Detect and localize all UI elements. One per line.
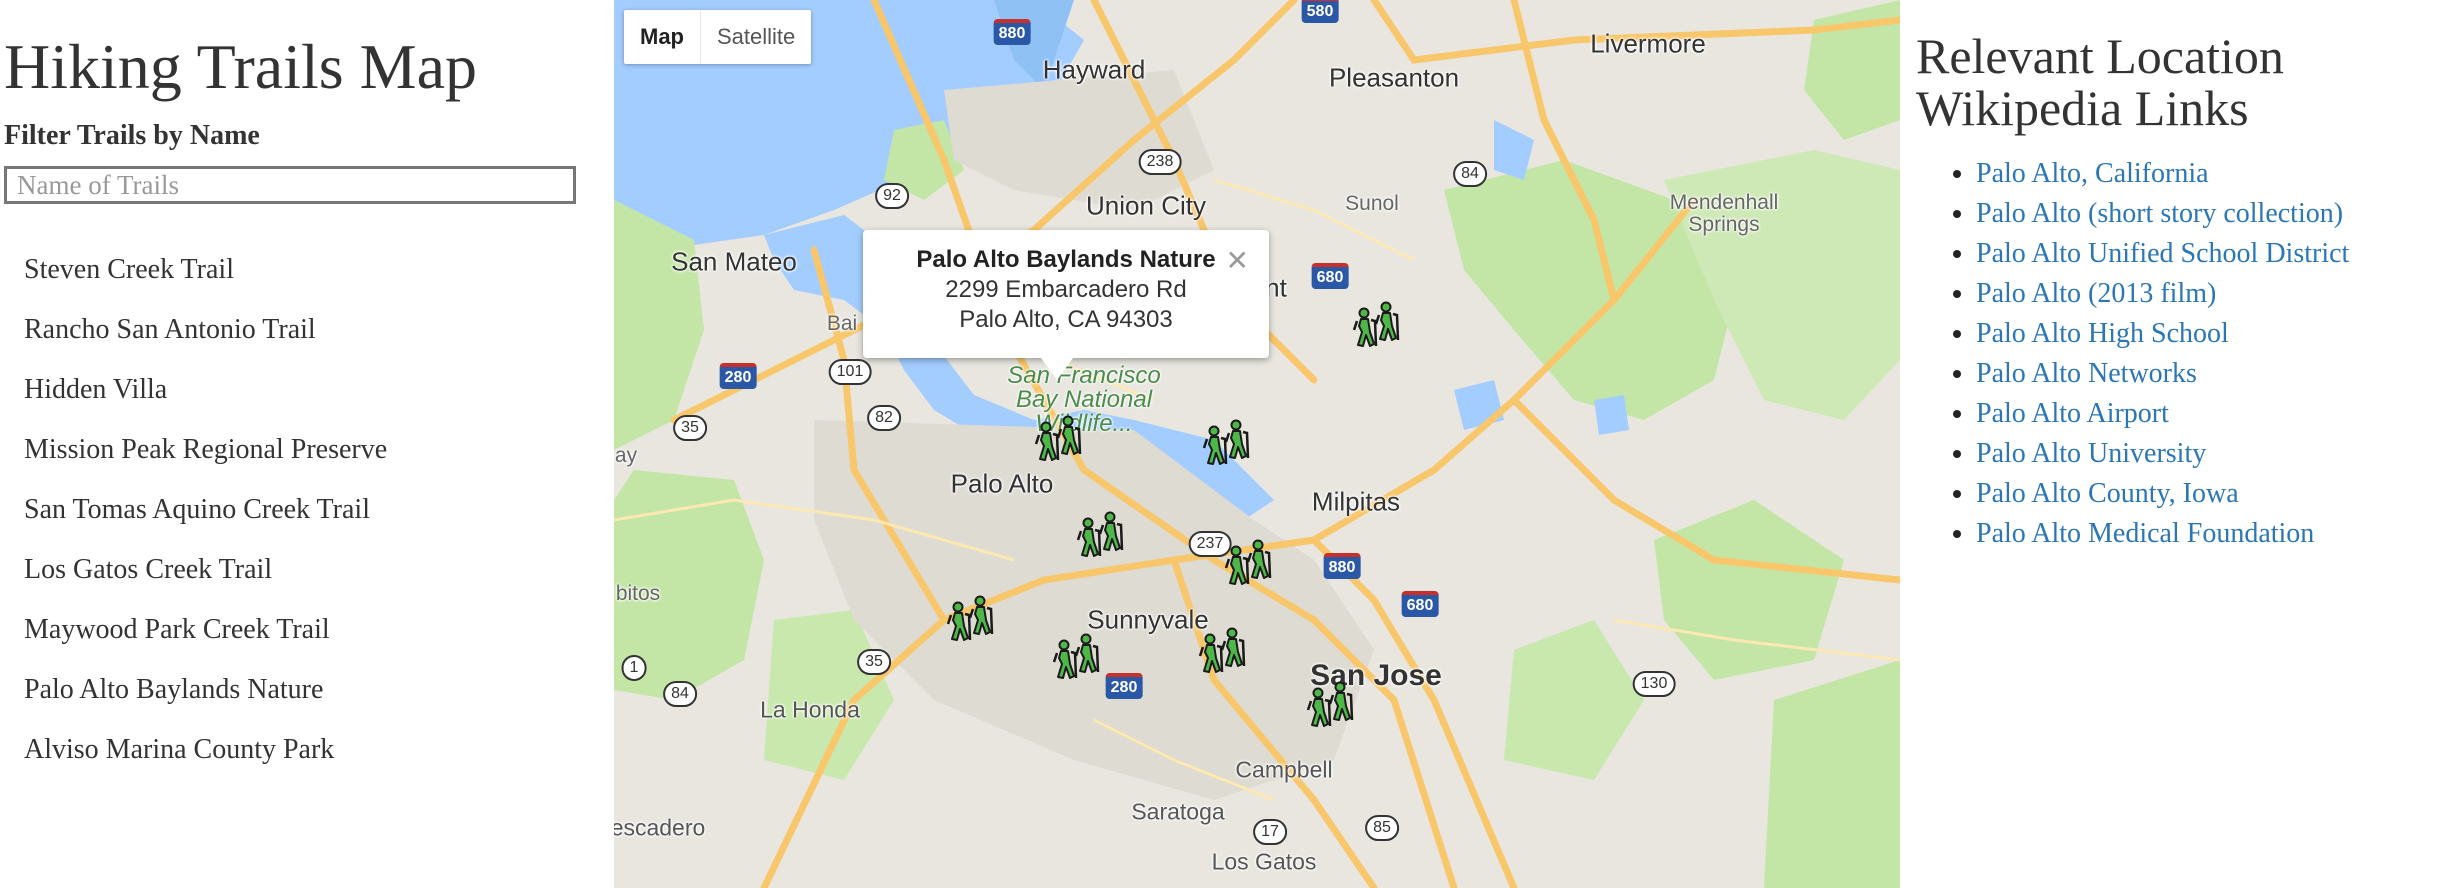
map-type-map-button[interactable]: Map — [624, 10, 701, 64]
map-type-control: Map Satellite — [624, 10, 812, 64]
place-label-mendenhall-springs: Mendenhall Springs — [1669, 191, 1779, 236]
map-type-satellite-button[interactable]: Satellite — [701, 10, 811, 64]
hiker-icon[interactable] — [1304, 676, 1362, 734]
place-label-campbell: Campbell — [1235, 756, 1333, 783]
route-shield: 35 — [673, 415, 707, 441]
place-label-la-honda: La Honda — [760, 696, 860, 723]
hiker-icon[interactable] — [1222, 534, 1280, 592]
place-label-pleasanton: Pleasanton — [1328, 62, 1460, 93]
wikipedia-link[interactable]: Palo Alto Unified School District — [1976, 238, 2349, 269]
trail-list-item[interactable]: San Tomas Aquino Creek Trail — [24, 494, 387, 554]
wikipedia-link-item: Palo Alto Airport — [1976, 394, 2349, 434]
place-label-escadero: escadero — [614, 814, 706, 841]
wikipedia-links-list: Palo Alto, California Palo Alto (short s… — [1916, 154, 2349, 554]
wikipedia-link-item: Palo Alto Unified School District — [1976, 234, 2349, 274]
hiker-icon[interactable] — [1350, 296, 1408, 354]
hiker-icon[interactable] — [1032, 410, 1090, 468]
wikipedia-links-title: Relevant Location Wikipedia Links — [1916, 28, 2284, 136]
route-shield: 35 — [857, 649, 891, 675]
info-window-address-line2: Palo Alto, CA 94303 — [959, 306, 1173, 333]
route-shield: 1 — [621, 655, 647, 681]
place-label-palo-alto: Palo Alto — [950, 468, 1054, 499]
trail-list-item[interactable]: Mission Peak Regional Preserve — [24, 434, 387, 494]
wikipedia-link[interactable]: Palo Alto Airport — [1976, 398, 2169, 429]
info-window-address-line1: 2299 Embarcadero Rd — [945, 276, 1187, 303]
hiker-icon[interactable] — [1196, 622, 1254, 680]
wikipedia-link-item: Palo Alto (2013 film) — [1976, 274, 2349, 314]
place-label-ay: ay — [614, 444, 638, 467]
trail-list-item[interactable]: Maywood Park Creek Trail — [24, 614, 387, 674]
trail-list-item[interactable]: Alviso Marina County Park — [24, 734, 387, 794]
place-label-san-mateo: San Mateo — [671, 246, 797, 277]
filter-label: Filter Trails by Name — [4, 120, 260, 151]
left-panel: Hiking Trails Map Filter Trails by Name … — [0, 0, 614, 888]
info-window-tail — [1041, 358, 1073, 380]
route-shield: 92 — [875, 183, 909, 209]
app-root: Hiking Trails Map Filter Trails by Name … — [0, 0, 2454, 888]
trail-list-item[interactable]: Los Gatos Creek Trail — [24, 554, 387, 614]
place-label-milpitas: Milpitas — [1311, 486, 1401, 517]
route-shield: 680 — [1401, 591, 1439, 617]
place-label-livermore: Livermore — [1590, 28, 1706, 59]
wikipedia-link-item: Palo Alto Medical Foundation — [1976, 514, 2349, 554]
wikipedia-link-item: Palo Alto Networks — [1976, 354, 2349, 394]
place-label-saratoga: Saratoga — [1131, 798, 1225, 825]
trail-filter-input[interactable] — [4, 166, 576, 204]
route-shield: 101 — [828, 359, 872, 385]
route-shield: 84 — [1453, 161, 1487, 187]
map-canvas[interactable]: Hayward Pleasanton Livermore Union City … — [614, 0, 1900, 888]
route-shield: 82 — [867, 405, 901, 431]
hiker-icon[interactable] — [1200, 414, 1258, 472]
place-label-bai: Bai — [826, 312, 858, 335]
route-shield: 238 — [1138, 149, 1182, 175]
route-shield: 84 — [663, 681, 697, 707]
route-shield: 880 — [1323, 553, 1361, 579]
right-panel: Relevant Location Wikipedia Links Palo A… — [1900, 0, 2454, 888]
route-shield: 130 — [1632, 671, 1676, 697]
place-label-hayward: Hayward — [1042, 54, 1146, 85]
place-label-bitos: bitos — [615, 582, 661, 605]
route-shield: 17 — [1253, 819, 1287, 845]
wikipedia-link-item: Palo Alto High School — [1976, 314, 2349, 354]
wikipedia-link[interactable]: Palo Alto Networks — [1976, 358, 2197, 389]
trail-list-item[interactable]: Palo Alto Baylands Nature — [24, 674, 387, 734]
wikipedia-link[interactable]: Palo Alto Medical Foundation — [1976, 518, 2314, 549]
route-shield: 280 — [719, 363, 757, 389]
wikipedia-link-item: Palo Alto (short story collection) — [1976, 194, 2349, 234]
trail-list-item[interactable]: Steven Creek Trail — [24, 254, 387, 314]
place-label-sunol: Sunol — [1345, 192, 1399, 215]
map-info-window: ✕ Palo Alto Baylands Nature 2299 Embarca… — [863, 230, 1269, 380]
place-label-union-city: Union City — [1086, 190, 1206, 221]
hiker-icon[interactable] — [1050, 628, 1108, 686]
trail-list-item[interactable]: Rancho San Antonio Trail — [24, 314, 387, 374]
hiker-icon[interactable] — [1074, 506, 1132, 564]
wikipedia-link[interactable]: Palo Alto High School — [1976, 318, 2229, 349]
trail-list: Steven Creek Trail Rancho San Antonio Tr… — [24, 254, 387, 794]
wikipedia-link-item: Palo Alto, California — [1976, 154, 2349, 194]
wikipedia-link[interactable]: Palo Alto, California — [1976, 158, 2209, 189]
route-shield: 880 — [993, 19, 1031, 45]
hiker-icon[interactable] — [944, 590, 1002, 648]
wikipedia-link-item: Palo Alto University — [1976, 434, 2349, 474]
wikipedia-link[interactable]: Palo Alto University — [1976, 438, 2206, 469]
close-icon[interactable]: ✕ — [1226, 244, 1249, 277]
route-shield: 680 — [1311, 263, 1349, 289]
info-window-title: Palo Alto Baylands Nature — [916, 246, 1216, 273]
wikipedia-link[interactable]: Palo Alto (short story collection) — [1976, 198, 2343, 229]
route-shield: 580 — [1301, 0, 1339, 23]
wikipedia-link-item: Palo Alto County, Iowa — [1976, 474, 2349, 514]
page-title: Hiking Trails Map — [4, 31, 477, 102]
route-shield: 85 — [1365, 815, 1399, 841]
route-shield: 280 — [1105, 673, 1143, 699]
trail-list-item[interactable]: Hidden Villa — [24, 374, 387, 434]
wikipedia-link[interactable]: Palo Alto County, Iowa — [1976, 478, 2239, 509]
wikipedia-link[interactable]: Palo Alto (2013 film) — [1976, 278, 2216, 309]
place-label-los-gatos: Los Gatos — [1211, 848, 1317, 875]
